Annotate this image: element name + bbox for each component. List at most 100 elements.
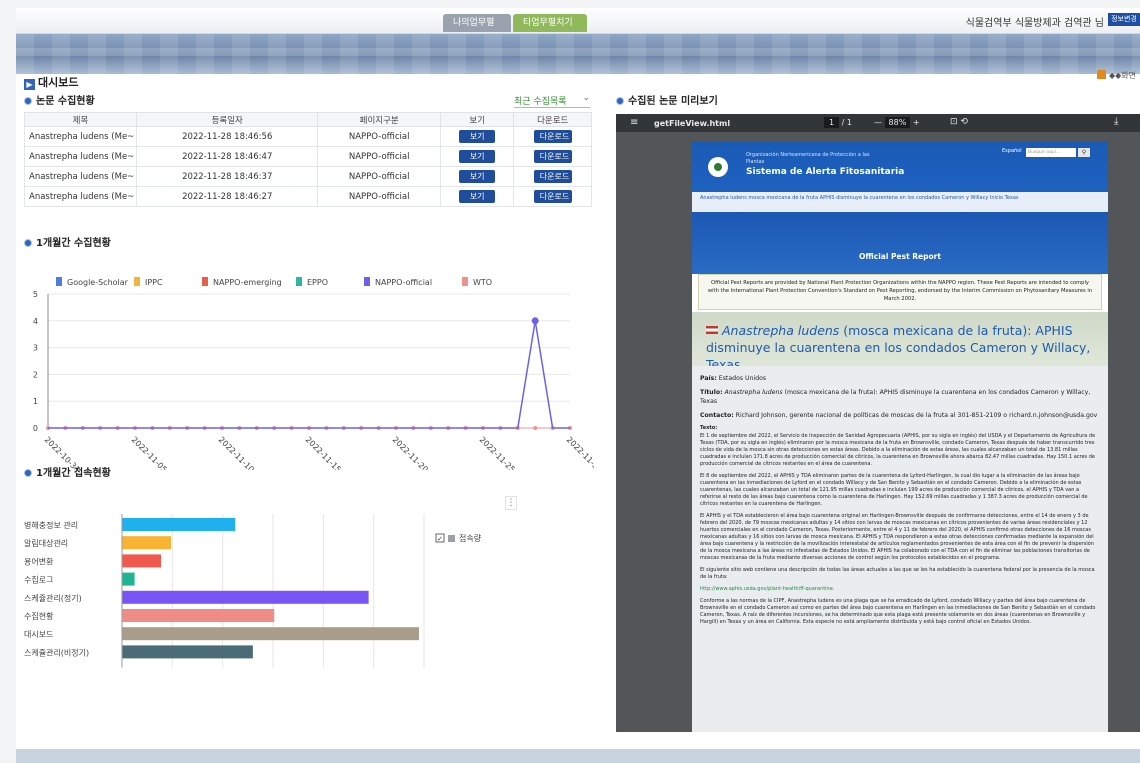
col-date: 등록일자 — [135, 112, 319, 127]
doc-titulo-italic: Anastrepha ludens — [722, 389, 783, 396]
recent-list-dropdown[interactable]: 최근 수집목록 ⌄ — [514, 93, 590, 108]
footer-band — [16, 749, 1140, 763]
cell-date: 2022-11-28 18:46:27 — [135, 186, 319, 207]
cell-view: 보기 — [439, 186, 515, 207]
legend-swatch — [364, 277, 370, 286]
tab-my-work[interactable]: 나의업무펼치기 — [443, 14, 511, 46]
doc-paragraph: El APHIS y el TDA establecieron el área … — [700, 513, 1094, 561]
legend-label: NAPPO-official — [375, 278, 432, 287]
chevron-down-icon: ⌄ — [582, 93, 590, 103]
menu-icon[interactable]: ≡ — [630, 117, 638, 128]
doc-header: Organización Norteamericana de Protecció… — [692, 142, 1108, 192]
page-indicator: 1 / 1 — [824, 117, 852, 128]
legend-label: EPPO — [307, 278, 328, 287]
doc-paragraph: Conforme a las normas de la CIPF, Anastr… — [700, 598, 1096, 625]
bar — [122, 518, 236, 531]
monthly-access-title-text: 1개월간 접속현황 — [36, 468, 111, 479]
view-button[interactable]: 보기 — [459, 170, 496, 183]
x-tick-label: 2022-11-05 — [130, 435, 169, 470]
search-icon[interactable]: ⚲ — [1078, 148, 1090, 157]
doc-breadcrumb[interactable]: Anastrepha ludens mosca mexicana de la f… — [692, 192, 1108, 212]
pdf-toolbar: ≡ getFileView.html 1 / 1 — 88% + ⊡ ⟲ ⤓ — [616, 114, 1140, 132]
col-title: 제목 — [24, 112, 137, 127]
legend-label: 접속량 — [459, 533, 482, 543]
zoom-in-icon[interactable]: + — [913, 118, 920, 127]
download-button[interactable]: 다운로드 — [533, 130, 572, 143]
doc-link[interactable]: http://www.aphis.usda.gov/plant-health/f… — [700, 586, 1100, 593]
doc-paragraph: El 8 de septiembre del 2022, el APHIS y … — [700, 473, 1088, 507]
legend-item: ✓ 접속량 — [435, 533, 482, 543]
papers-section-title-text: 논문 수집현황 — [36, 96, 95, 107]
collection-line-chart: Google-Scholar IPPC NAPPO-emerging EPPO NAPP… — [33, 277, 594, 470]
home-icon — [1096, 70, 1106, 79]
data-point — [533, 426, 538, 430]
data-point — [531, 317, 539, 325]
cell-date: 2022-11-28 18:46:56 — [135, 126, 319, 147]
table-row: Anastrepha ludens (Me~ 2022-11-28 18:46:4… — [24, 146, 592, 167]
doc-paragraph: El siguiente sitio web contiene una desc… — [700, 567, 1095, 580]
y-tick-label: 5 — [33, 290, 38, 299]
home-link[interactable]: ◆◆화면 — [1096, 70, 1136, 81]
legend-item: WTO — [462, 277, 492, 287]
bullet-icon — [616, 97, 624, 105]
col-view: 보기 — [439, 112, 515, 127]
cell-title: Anastrepha ludens (Me~ — [24, 186, 137, 207]
doc-country-value: Estados Unidos — [716, 375, 767, 382]
tab-other-work[interactable]: 타업무펼치기 — [513, 14, 587, 32]
view-button[interactable]: 보기 — [459, 190, 496, 203]
cell-source: NAPPO-official — [317, 146, 441, 167]
doc-language[interactable]: Español — [1002, 148, 1022, 154]
cell-source: NAPPO-official — [317, 126, 441, 147]
category-label: 수집현황 — [24, 611, 54, 621]
legend-swatch — [462, 277, 468, 286]
download-button[interactable]: 다운로드 — [533, 150, 572, 163]
recent-list-label: 최근 수집목록 — [514, 97, 567, 107]
edit-profile-button[interactable]: 정보변경 — [1108, 13, 1140, 26]
monthly-access-title: 1개월간 접속현황 — [24, 464, 111, 479]
cell-download: 다운로드 — [513, 146, 592, 167]
legend-label: IPPC — [145, 278, 163, 287]
doc-contact-label: Contacto: — [700, 412, 734, 419]
category-label: 수집로그 — [24, 575, 53, 585]
doc-title-italic: Anastrepha ludens — [722, 323, 840, 338]
cell-title: Anastrepha ludens (Me~ — [24, 126, 137, 147]
x-tick-label: 2022-11-15 — [304, 435, 343, 470]
zoom-out-icon[interactable]: — — [874, 118, 882, 127]
bar — [122, 536, 172, 550]
page-input[interactable]: 1 — [824, 117, 840, 128]
zoom-level[interactable]: 88% — [884, 117, 911, 128]
fit-page-icon[interactable]: ⊡ ⟲ — [950, 117, 968, 127]
view-button[interactable]: 보기 — [459, 130, 496, 143]
home-link-label: ◆◆화면 — [1108, 71, 1136, 80]
doc-paragraph: El 1 de septiembre del 2022, el Servicio… — [700, 433, 1096, 467]
checkmark-icon: ✓ — [437, 535, 443, 543]
preview-section-title: 수집된 논문 미리보기 — [616, 92, 718, 107]
legend-swatch — [296, 277, 302, 286]
header-banner — [16, 34, 1140, 74]
doc-country-label: País: — [700, 375, 717, 382]
doc-search-input[interactable]: Busque aquí... — [1026, 148, 1076, 157]
app-window: 나의업무펼치기 타업무펼치기 식물검역부 식물방제과 검역관 님 정보변경 ▶대… — [16, 8, 1140, 763]
download-button[interactable]: 다운로드 — [533, 190, 572, 203]
download-icon[interactable]: ⤓ — [1114, 116, 1118, 127]
legend-swatch — [134, 277, 140, 286]
papers-table: 제목 등록일자 페이지구분 보기 다운로드 Anastrepha ludens … — [24, 112, 592, 207]
pdf-filename: getFileView.html — [654, 119, 731, 128]
zoom-controls: — 88% + — [874, 117, 920, 128]
bar — [122, 572, 135, 586]
us-flag-icon — [706, 326, 718, 334]
user-info: 식물검역부 식물방제과 검역관 님 — [965, 18, 1104, 29]
bullet-icon — [24, 469, 32, 477]
view-button[interactable]: 보기 — [459, 150, 496, 163]
cell-view: 보기 — [439, 126, 515, 147]
cell-date: 2022-11-28 18:46:37 — [135, 166, 319, 187]
doc-titulo-label: Título: — [700, 389, 723, 396]
bar — [122, 645, 253, 659]
category-label: 용어변환 — [24, 556, 54, 566]
bar — [122, 554, 162, 568]
legend-label: Google-Scholar — [67, 278, 129, 287]
cell-download: 다운로드 — [513, 166, 592, 187]
legend-item: IPPC — [134, 277, 163, 287]
download-button[interactable]: 다운로드 — [533, 170, 572, 183]
cell-title: Anastrepha ludens (Me~ — [24, 166, 137, 187]
